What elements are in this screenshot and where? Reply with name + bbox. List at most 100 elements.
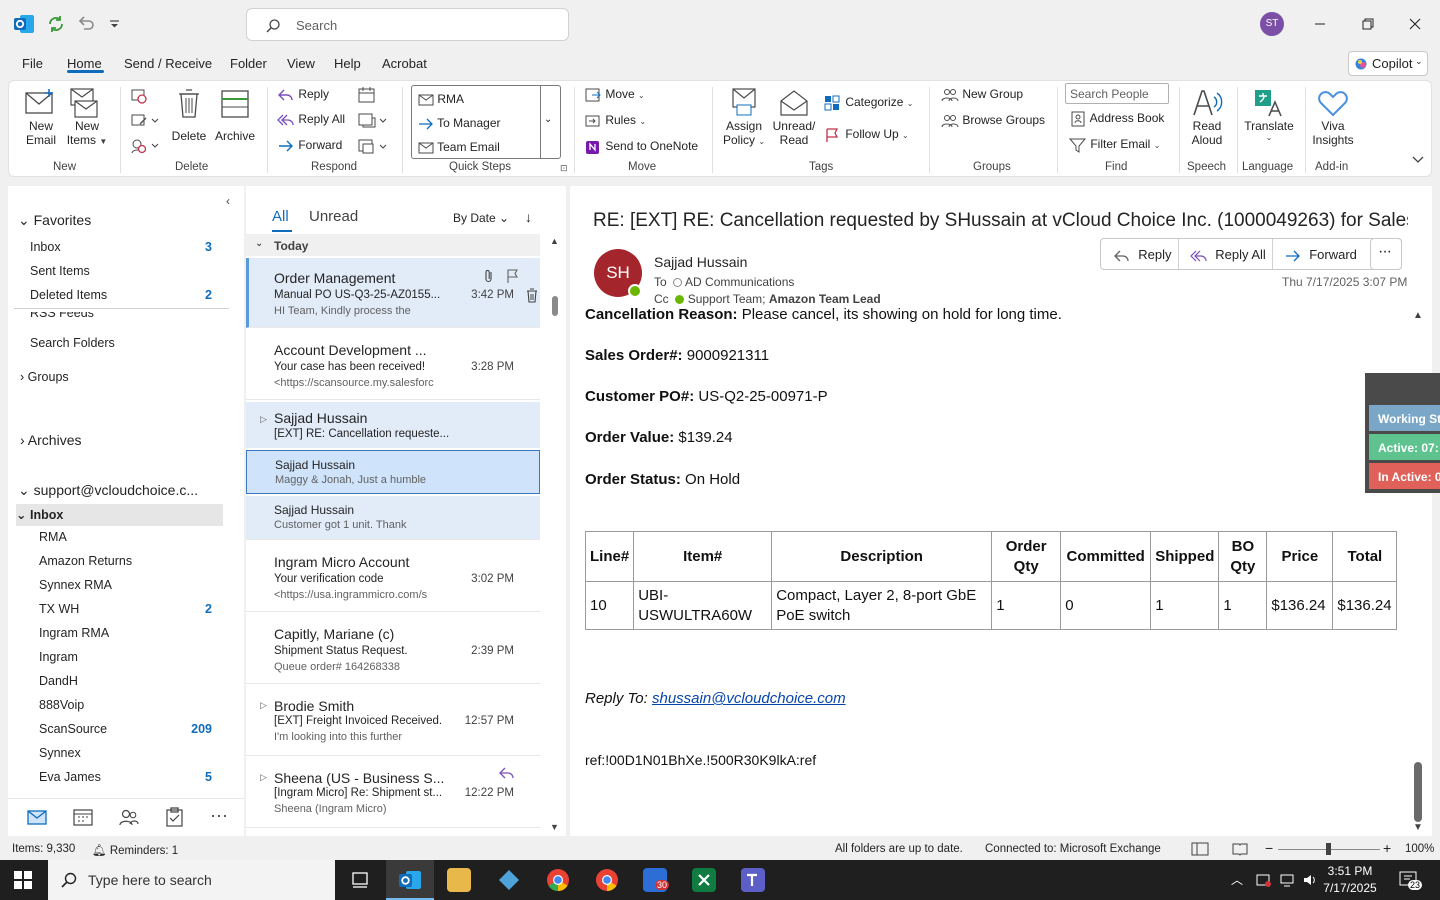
- menu-send-receive[interactable]: Send / Receive: [124, 56, 212, 71]
- message-item[interactable]: Ingram Micro Account Your verification c…: [246, 542, 540, 612]
- chrome-icon[interactable]: [546, 868, 570, 892]
- folder-search-folders[interactable]: Search Folders: [30, 336, 115, 350]
- forward-button[interactable]: Forward: [1284, 247, 1357, 263]
- network-icon[interactable]: [1279, 872, 1295, 888]
- app-icon-diamond[interactable]: [497, 868, 521, 892]
- zoom-level[interactable]: 100%: [1405, 843, 1434, 855]
- search-people-input[interactable]: Search People: [1065, 83, 1169, 104]
- message-item[interactable]: Capitly, Mariane (c) Shipment Status Req…: [246, 614, 540, 684]
- folder-groups[interactable]: › Groups: [20, 370, 69, 384]
- viva-insights-button[interactable]: Viva Insights: [1309, 87, 1357, 147]
- show-hidden-icons[interactable]: ︿: [1231, 871, 1243, 888]
- customize-toolbar-icon[interactable]: [104, 13, 126, 35]
- message-item[interactable]: ▷ Brodie Smith [EXT] Freight Invoiced Re…: [246, 686, 540, 756]
- categorize-button[interactable]: Categorize ⌄: [824, 95, 913, 111]
- forward-button[interactable]: Forward: [277, 138, 342, 154]
- message-list-scrollbar[interactable]: ▲ ▼: [548, 234, 562, 834]
- zoom-app-icon[interactable]: 30: [643, 868, 670, 892]
- task-view-icon[interactable]: [350, 871, 370, 889]
- subfolder-item[interactable]: 888Voip: [39, 698, 84, 712]
- subfolder-item[interactable]: Amazon Returns: [39, 554, 132, 568]
- system-clock[interactable]: 3:51 PM 7/17/2025: [1318, 863, 1382, 897]
- reply-to-link[interactable]: shussain@vcloudchoice.com: [652, 690, 846, 707]
- zoom-out-icon[interactable]: −: [1265, 840, 1273, 856]
- reminders[interactable]: 🔔︎ Reminders: 1: [92, 843, 178, 857]
- folder-fav-sent-items[interactable]: Sent Items: [30, 264, 90, 278]
- menu-help[interactable]: Help: [334, 56, 361, 71]
- group-header-today[interactable]: ⌄ Today: [246, 234, 540, 256]
- archive-button[interactable]: Archive: [213, 87, 257, 143]
- menu-file[interactable]: File: [22, 56, 43, 71]
- expand-conversation-icon[interactable]: ▷: [260, 700, 267, 711]
- taskbar-outlook[interactable]: [386, 860, 434, 900]
- quick-step-rma[interactable]: RMA: [418, 92, 464, 107]
- menu-acrobat[interactable]: Acrobat: [382, 56, 427, 71]
- new-email-button[interactable]: New Email: [23, 87, 59, 147]
- message-item-selected[interactable]: Sajjad Hussain Maggy & Jonah, Just a hum…: [246, 450, 540, 494]
- folder-inbox[interactable]: ⌄ Inbox: [16, 507, 63, 522]
- subfolder-item[interactable]: TX WH: [39, 602, 79, 616]
- menu-home[interactable]: Home: [67, 56, 102, 71]
- ignore-button[interactable]: [129, 87, 149, 105]
- close-icon[interactable]: [1405, 14, 1425, 34]
- cc-recipient-bold[interactable]: Amazon Team Lead: [769, 292, 881, 306]
- new-group-button[interactable]: New Group: [941, 87, 1023, 103]
- browse-groups-button[interactable]: Browse Groups: [941, 113, 1045, 129]
- message-item[interactable]: ▷ Sheena (US - Business S... [Ingram Mic…: [246, 758, 540, 828]
- conversation-header[interactable]: ▷ Sajjad Hussain [EXT] RE: Cancellation …: [246, 402, 540, 448]
- sort-direction-icon[interactable]: ↓: [525, 209, 532, 225]
- subfolder-item[interactable]: Synnex: [39, 746, 81, 760]
- normal-view-icon[interactable]: [1191, 842, 1209, 856]
- quick-steps-expand-icon[interactable]: ⌄: [544, 114, 552, 125]
- send-receive-icon[interactable]: [45, 13, 67, 35]
- zoom-in-icon[interactable]: +: [1383, 840, 1391, 856]
- send-to-onenote-button[interactable]: Send to OneNote: [584, 139, 698, 155]
- minimize-icon[interactable]: [1310, 14, 1330, 34]
- restore-icon[interactable]: [1358, 14, 1378, 34]
- assign-policy-button[interactable]: Assign Policy ⌄: [721, 87, 767, 149]
- sender-name[interactable]: Sajjad Hussain: [654, 254, 747, 270]
- reply-all-button[interactable]: Reply All: [1190, 247, 1266, 263]
- tray-icon-meet[interactable]: [1256, 872, 1272, 888]
- volume-icon[interactable]: [1302, 872, 1318, 888]
- taskbar-search[interactable]: Type here to search: [48, 860, 335, 900]
- cc-recipient[interactable]: Support Team;: [688, 292, 769, 306]
- more-actions-button[interactable]: ···: [1370, 238, 1402, 270]
- mail-nav-icon[interactable]: [26, 808, 48, 826]
- reply-button[interactable]: Reply: [1113, 247, 1171, 263]
- subfolder-item[interactable]: DandH: [39, 674, 78, 688]
- quick-step-to-manager[interactable]: To Manager: [418, 116, 501, 131]
- new-items-button[interactable]: New Items ▼: [65, 87, 109, 149]
- quick-steps-dialog-icon[interactable]: ⊡: [560, 163, 568, 174]
- windows-start-icon[interactable]: [14, 871, 32, 889]
- message-item[interactable]: Account Development ... Your case has be…: [246, 330, 540, 400]
- calendar-nav-icon[interactable]: [72, 807, 94, 827]
- collapse-pane-icon[interactable]: ‹: [226, 194, 230, 208]
- translate-button[interactable]: Translate ⌄: [1243, 87, 1295, 142]
- message-item[interactable]: Sajjad Hussain Customer got 1 unit. Than…: [246, 496, 540, 540]
- subfolder-item[interactable]: Ingram RMA: [39, 626, 109, 640]
- im-button[interactable]: [357, 111, 391, 129]
- file-explorer-icon[interactable]: [447, 868, 471, 892]
- reading-view-icon[interactable]: [1231, 842, 1249, 856]
- subfolder-item[interactable]: RMA: [39, 530, 67, 544]
- address-book-button[interactable]: Address Book: [1069, 111, 1164, 127]
- folder-rss-feeds[interactable]: RSS Feeds: [30, 312, 94, 322]
- quick-step-team-email[interactable]: Team Email: [418, 140, 500, 155]
- menu-folder[interactable]: Folder: [230, 56, 267, 71]
- ribbon-collapse-icon[interactable]: [1411, 155, 1425, 165]
- excel-icon[interactable]: [692, 868, 716, 892]
- menu-view[interactable]: View: [287, 56, 315, 71]
- subfolder-item[interactable]: ScanSource: [39, 722, 107, 736]
- user-avatar[interactable]: ST: [1260, 12, 1284, 36]
- unread-read-button[interactable]: Unread/Read: [771, 87, 817, 147]
- trash-icon[interactable]: [525, 287, 539, 303]
- zoom-slider-thumb[interactable]: [1326, 843, 1331, 855]
- teams-icon[interactable]: [741, 868, 765, 892]
- more-respond-button[interactable]: [357, 137, 391, 155]
- more-apps-icon[interactable]: ···: [210, 805, 228, 826]
- folder-archives[interactable]: › Archives: [20, 432, 81, 448]
- tasks-nav-icon[interactable]: [164, 807, 186, 827]
- expand-conversation-icon[interactable]: ▷: [260, 414, 267, 425]
- meeting-button[interactable]: [357, 86, 377, 104]
